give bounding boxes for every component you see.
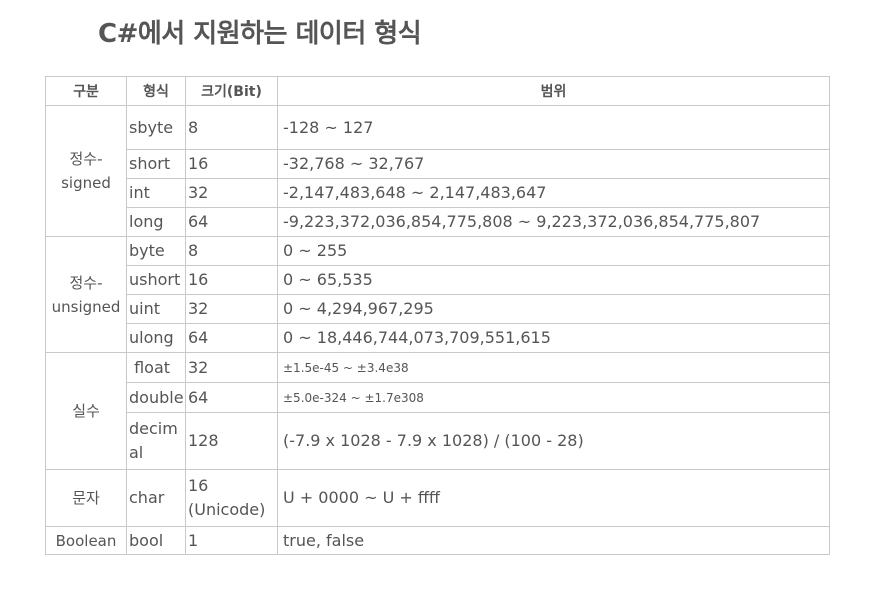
range-cell: -128 ~ 127 xyxy=(277,105,830,150)
range-cell: 0 ~ 255 xyxy=(277,236,830,266)
size-cell: 8 xyxy=(185,105,278,150)
type-cell: sbyte xyxy=(126,105,186,150)
type-cell: ulong xyxy=(126,323,186,353)
page-title: C#에서 지원하는 데이터 형식 xyxy=(98,19,422,49)
category-label: 정수- xyxy=(69,150,103,168)
table-row: uint 32 0 ~ 4,294,967,295 xyxy=(46,294,830,324)
data-type-table: 구분 형식 크기(Bit) 범위 정수- signed sbyte 8 -128… xyxy=(45,76,830,555)
range-cell: 0 ~ 65,535 xyxy=(277,265,830,295)
range-cell: -9,223,372,036,854,775,808 ~ 9,223,372,0… xyxy=(277,207,830,237)
size-cell: 32 xyxy=(185,294,278,324)
category-label: signed xyxy=(61,174,111,192)
range-cell: ±5.0e-324 ~ ±1.7e308 xyxy=(277,382,830,413)
category-signed-integer: 정수- signed xyxy=(45,105,127,237)
size-cell: 64 xyxy=(185,382,278,413)
type-cell: decimal xyxy=(126,412,186,470)
type-cell: int xyxy=(126,178,186,208)
header-range: 범위 xyxy=(277,76,830,106)
type-cell: byte xyxy=(126,236,186,266)
type-cell: char xyxy=(126,469,186,527)
range-cell: -2,147,483,648 ~ 2,147,483,647 xyxy=(277,178,830,208)
table-row: Boolean bool 1 true, false xyxy=(45,526,830,555)
range-cell: U + 0000 ~ U + ffff xyxy=(277,469,830,527)
type-cell: short xyxy=(126,149,186,179)
range-cell: (-7.9 x 1028 - 7.9 x 1028) / (100 - 28) xyxy=(277,412,830,470)
size-cell: 64 xyxy=(185,207,278,237)
size-cell: 32 xyxy=(185,352,278,383)
type-cell: bool xyxy=(126,526,186,555)
range-cell: ±1.5e-45 ~ ±3.4e38 xyxy=(277,352,830,383)
category-boolean: Boolean xyxy=(45,526,127,555)
table-row: 문자 char 16 (Unicode) U + 0000 ~ U + ffff xyxy=(45,469,830,527)
size-cell: 8 xyxy=(185,236,278,266)
size-cell: 16 (Unicode) xyxy=(185,469,278,527)
range-cell: 0 ~ 4,294,967,295 xyxy=(277,294,830,324)
category-unsigned-integer: 정수- unsigned xyxy=(45,236,127,353)
table-row: 정수- unsigned byte 8 0 ~ 255 xyxy=(45,236,830,353)
table-row: 실수 float 32 ±1.5e-45 ~ ±3.4e38 xyxy=(45,352,830,470)
type-cell: ushort xyxy=(126,265,186,295)
table-row: short 16 -32,768 ~ 32,767 xyxy=(46,149,830,179)
header-category: 구분 xyxy=(45,76,127,106)
range-cell: -32,768 ~ 32,767 xyxy=(277,149,830,179)
type-cell: uint xyxy=(126,294,186,324)
category-real-number: 실수 xyxy=(45,352,127,470)
table-row: ushort 16 0 ~ 65,535 xyxy=(46,265,830,295)
table-row: int 32 -2,147,483,648 ~ 2,147,483,647 xyxy=(46,178,830,208)
table-row: decimal 128 (-7.9 x 1028 - 7.9 x 1028) /… xyxy=(46,412,830,470)
size-cell: 128 xyxy=(185,412,278,470)
category-character: 문자 xyxy=(45,469,127,527)
size-cell: 64 xyxy=(185,323,278,353)
category-label: unsigned xyxy=(51,297,121,316)
range-cell: 0 ~ 18,446,744,073,709,551,615 xyxy=(277,323,830,353)
size-cell: 32 xyxy=(185,178,278,208)
header-type: 형식 xyxy=(126,76,186,106)
size-cell: 16 xyxy=(185,265,278,295)
table-row: ulong 64 0 ~ 18,446,744,073,709,551,615 xyxy=(46,323,830,353)
table-row: 정수- signed sbyte 8 -128 ~ 127 xyxy=(45,105,830,237)
size-cell: 16 xyxy=(185,149,278,179)
table-row: double 64 ±5.0e-324 ~ ±1.7e308 xyxy=(46,382,830,413)
type-cell: long xyxy=(126,207,186,237)
type-cell: float xyxy=(126,352,186,383)
header-size: 크기(Bit) xyxy=(185,76,278,106)
table-row: long 64 -9,223,372,036,854,775,808 ~ 9,2… xyxy=(46,207,830,237)
table-header-row: 구분 형식 크기(Bit) 범위 xyxy=(45,76,830,106)
range-cell: true, false xyxy=(277,526,830,555)
category-label: 정수- xyxy=(69,273,103,292)
type-cell: double xyxy=(126,382,186,413)
size-cell: 1 xyxy=(185,526,278,555)
